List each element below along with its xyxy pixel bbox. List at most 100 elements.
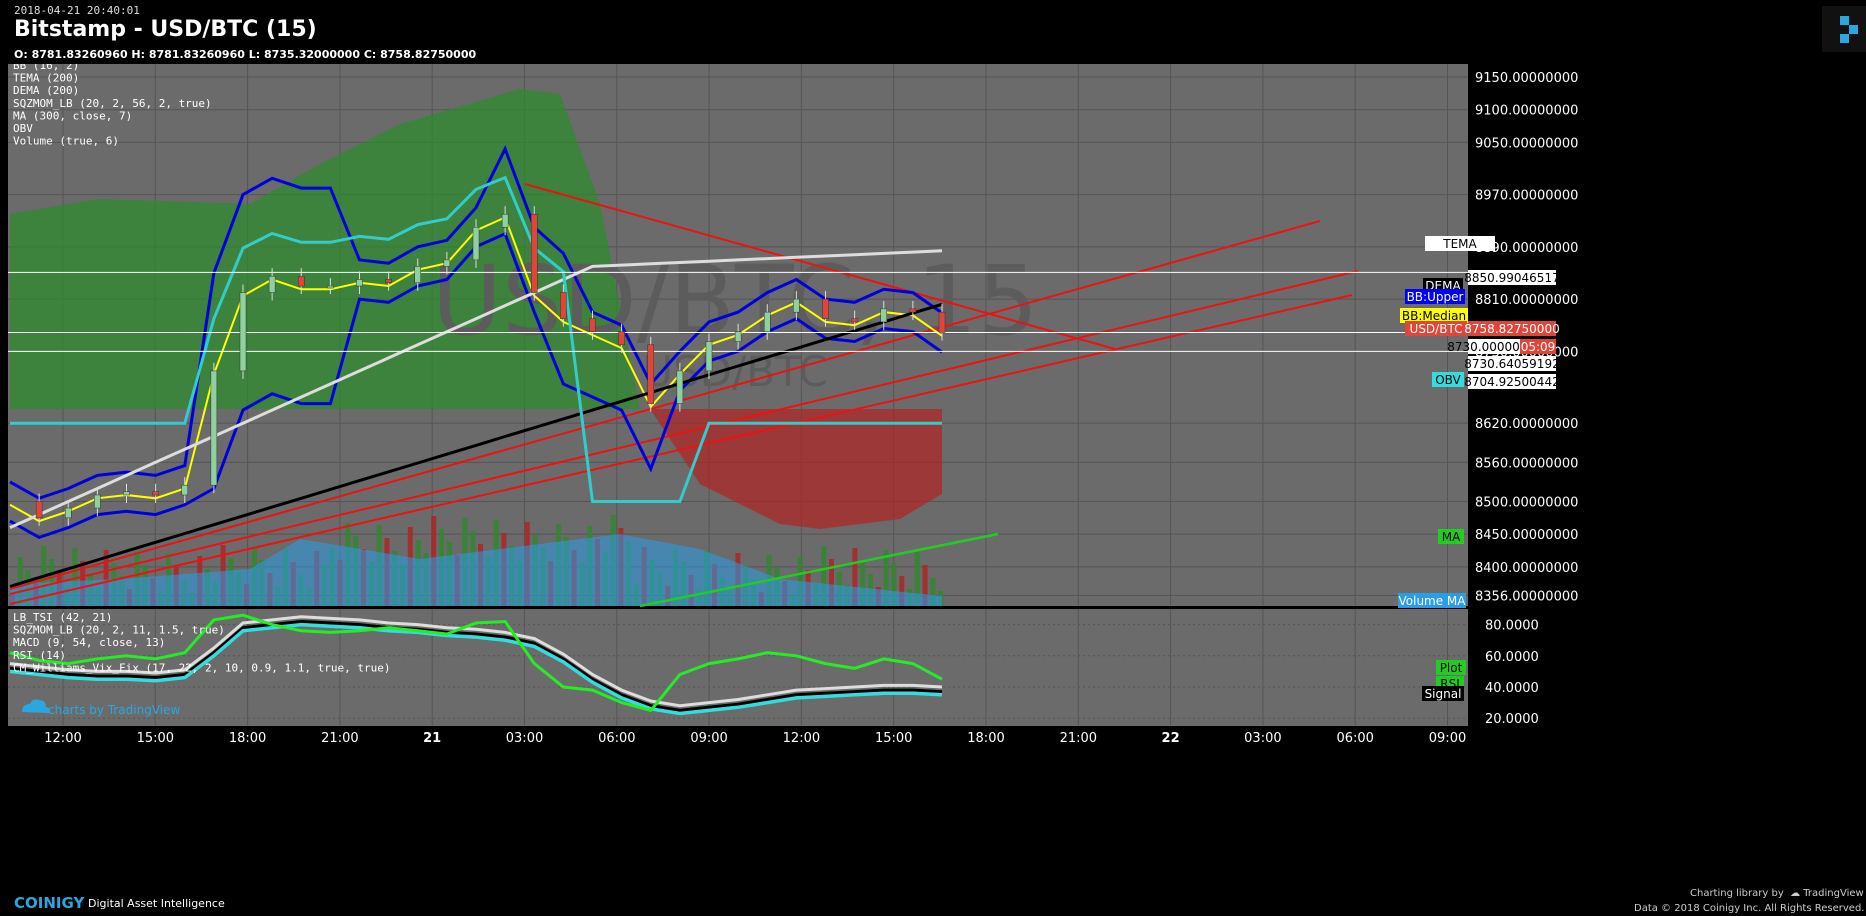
price-label: 05:09 [1521,340,1556,354]
price-label: MA [1442,530,1461,544]
sub-y-tick-label: 20.0000 [1485,712,1539,727]
x-tick-label: 12:00 [44,731,81,746]
x-tick-label: 03:00 [1244,731,1281,746]
price-label: USD/BTC [1410,322,1463,336]
y-tick-label: 8970.00000000 [1475,189,1578,204]
candle-body [152,491,159,496]
candle-body [705,341,713,372]
x-tick-label: 18:00 [229,731,266,746]
x-tick-label: 21:00 [1060,731,1097,746]
chart-title: Bitstamp - USD/BTC (15) [14,17,317,42]
charting-text: Charting library by [1690,888,1784,899]
sub-indicator-legend-item: RSI (14) [13,649,66,662]
y-tick-label: 8356.00000000 [1475,590,1578,605]
coinigy-logo-icon[interactable] [1822,6,1866,52]
candle-body [589,318,596,332]
candle-body [880,308,887,323]
price-label: OBV [1435,373,1461,387]
y-tick-label: 8500.00000000 [1475,496,1578,511]
price-label: BB:Median [1402,309,1466,323]
price-label: BB:Upper [1407,290,1464,304]
indicator-legend-item: SQZMOM_LB (20, 2, 56, 2, true) [13,97,212,110]
chart-header: 2018-04-21 20:40:01 Bitstamp - USD/BTC (… [0,0,1866,64]
indicator-legend-item: TEMA (200) [13,72,79,85]
sub-indicator-legend-item: LB_TSI (42, 21) [13,611,112,624]
brand-tagline: Digital Asset Intelligence [88,897,225,910]
x-tick-label: 03:00 [506,731,543,746]
y-tick-label: 8450.00000000 [1475,528,1578,543]
candle-body [65,507,72,519]
x-tick-label: 15:00 [875,731,912,746]
tradingview-label: charts by TradingView [48,703,180,717]
price-label: Plot [1440,661,1463,675]
sub-indicator-legend-item: SQZMOM_LB (20, 2, 11, 1.5, true) [13,624,225,637]
copyright: Data © 2018 Coinigy Inc. All Rights Rese… [1634,903,1865,914]
candle-body [938,311,946,333]
tradingview-icon: ☁ [1790,888,1801,899]
candle-body [531,213,538,293]
ohlc-readout: O: 8781.83260960 H: 8781.83260960 L: 873… [14,48,477,61]
price-label: 8704.92500442 [1464,375,1559,389]
candle-body [909,308,917,313]
price-label: TEMA [1442,237,1477,251]
candle-body [560,292,567,319]
charting-credit: Charting library by ☁ TradingView [1690,888,1864,899]
x-tick-label: 09:00 [1429,731,1466,746]
symbol-watermark-small: USD/BTC [642,347,827,396]
sub-indicator-legend-item: CM_Williams_Vix_Fix (17, 22, 2, 10, 0.9,… [13,661,391,674]
candle-body [647,344,654,404]
x-tick-label: 22 [1162,731,1180,746]
x-tick-label: 06:00 [598,731,635,746]
sub-y-tick-label: 40.0000 [1485,681,1539,696]
x-tick-label: 15:00 [137,731,174,746]
x-tick-label: 21:00 [321,731,358,746]
x-tick-label: 18:00 [967,731,1004,746]
y-tick-label: 9050.00000000 [1475,136,1578,151]
price-label: 8758.82750000 [1464,322,1559,336]
candle-body [239,292,247,372]
candle-body [35,501,43,519]
y-tick-label: 8560.00000000 [1475,456,1578,471]
price-chart[interactable]: USD/BTC, 15 USD/BTC 9150.000000009100.00… [0,64,1866,888]
indicator-legend-item: DEMA (200) [13,84,79,97]
price-label: 8730.64059192 [1464,357,1559,371]
candle-body [734,331,742,342]
sub-y-tick-label: 60.0000 [1485,650,1539,665]
y-tick-label: 8810.00000000 [1475,293,1578,308]
candle-body [472,227,480,261]
y-tick-label: 8620.00000000 [1475,417,1578,432]
candle-body [851,318,858,323]
candle-body [764,311,771,332]
candle-body [181,484,188,496]
candle-body [268,275,276,293]
candle-body [793,298,800,313]
timestamp: 2018-04-21 20:40:01 [14,4,140,17]
x-tick-label: 21 [423,731,441,746]
candle-body [210,370,218,486]
indicator-legend-item: MA (300, close, 7) [13,109,132,122]
x-tick-label: 12:00 [783,731,820,746]
y-tick-label: 8400.00000000 [1475,561,1578,576]
candle-body [822,298,829,319]
tradingview-link[interactable]: TradingView [1803,888,1863,899]
price-label: Signal [1425,687,1462,701]
candle-body [443,259,451,267]
x-tick-label: 09:00 [690,731,727,746]
indicator-legend-item: Volume (true, 6) [13,135,119,148]
price-label: Volume MA [1398,594,1466,608]
candle-body [327,285,334,289]
candle-body [676,370,684,404]
sub-indicator-legend-item: MACD (9, 54, close, 13) [13,636,165,649]
y-tick-label: 9100.00000000 [1475,104,1578,119]
candle-body [356,279,363,287]
candle-body [94,494,101,509]
x-tick-label: 06:00 [1336,731,1373,746]
footer: COINIGY Digital Asset Intelligence Chart… [0,888,1866,916]
brand-name[interactable]: COINIGY [14,894,84,912]
sub-y-tick-label: 80.0000 [1485,619,1539,634]
candle-body [298,275,305,287]
candle-body [414,266,421,284]
candle-body [501,213,509,228]
price-label: 8850.99046517 [1464,271,1559,285]
candle-body [123,491,130,496]
